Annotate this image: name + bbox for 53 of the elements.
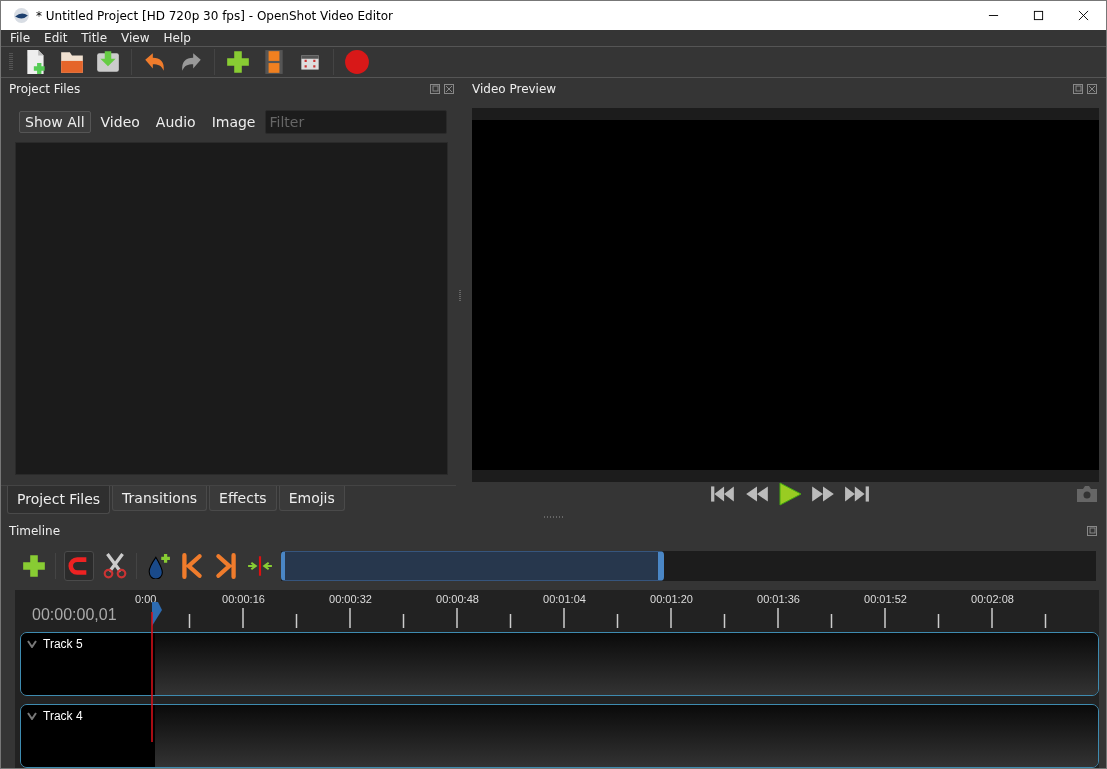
ruler-label: 00:01:52 (863, 593, 908, 605)
splitter-handle-icon[interactable] (543, 515, 564, 518)
window-title: * Untitled Project [HD 720p 30 fps] - OpenShot Video Editor (36, 8, 394, 23)
ruler-label: 00:01:36 (756, 593, 801, 605)
toolbar-grip-icon (9, 50, 13, 73)
app-logo-icon (13, 7, 30, 24)
close-icon[interactable] (444, 83, 454, 94)
menu-item[interactable]: View (121, 31, 150, 46)
jump-end-icon[interactable] (843, 484, 870, 503)
ruler-label: 00:00:48 (435, 593, 480, 605)
record-icon[interactable] (344, 48, 370, 75)
panel-title: Timeline (9, 524, 62, 538)
panel-tab[interactable]: Effects (209, 485, 277, 511)
track-name: Track 5 (43, 637, 83, 651)
track-name: Track 4 (43, 709, 83, 723)
ruler-label: 00:01:20 (649, 593, 694, 605)
ruler-label: 00:01:04 (542, 593, 587, 605)
ruler-label: 00:00:16 (221, 593, 266, 605)
timecode: 00:00:00,01 (31, 605, 118, 625)
zoom-range[interactable] (281, 551, 665, 581)
float-icon[interactable] (430, 83, 440, 94)
float-icon[interactable] (1073, 83, 1083, 94)
ruler-label: 00:02:08 (970, 593, 1015, 605)
add-track-icon[interactable] (21, 553, 47, 579)
ruler-label: 00:00:32 (328, 593, 373, 605)
playhead[interactable] (151, 602, 163, 742)
filter-tab[interactable]: Audio (149, 110, 202, 133)
panel-title: Project Files (9, 81, 82, 96)
close-icon[interactable] (1087, 83, 1097, 94)
filter-tab[interactable]: Video (94, 110, 146, 133)
fast-forward-icon[interactable] (809, 484, 836, 503)
previous-marker-icon[interactable] (179, 553, 205, 579)
menu-item[interactable]: Title (81, 31, 108, 46)
filter-tab[interactable]: Image (205, 110, 262, 133)
jump-start-icon[interactable] (709, 484, 736, 503)
panel-title: Video Preview (472, 81, 558, 96)
panel-tab[interactable]: Project Files (7, 485, 111, 514)
next-marker-icon[interactable] (213, 553, 239, 579)
collapse-icon[interactable] (27, 640, 37, 648)
panel-tab[interactable]: Emojis (278, 485, 345, 511)
menu-item[interactable]: File (10, 31, 31, 46)
add-icon[interactable] (225, 48, 251, 75)
center-playhead-icon[interactable] (247, 553, 273, 579)
menu-item[interactable]: Edit (44, 31, 68, 46)
filter-field[interactable]: Filter (265, 109, 448, 134)
filter-tab[interactable]: Show All (19, 110, 91, 133)
snapping-button[interactable] (64, 551, 94, 581)
float-icon[interactable] (1087, 526, 1097, 536)
scissors-icon[interactable] (102, 553, 128, 579)
save-icon[interactable] (95, 48, 121, 75)
menu-item[interactable]: Help (163, 31, 191, 46)
collapse-icon[interactable] (27, 712, 37, 720)
panel-tab[interactable]: Transitions (112, 485, 208, 511)
